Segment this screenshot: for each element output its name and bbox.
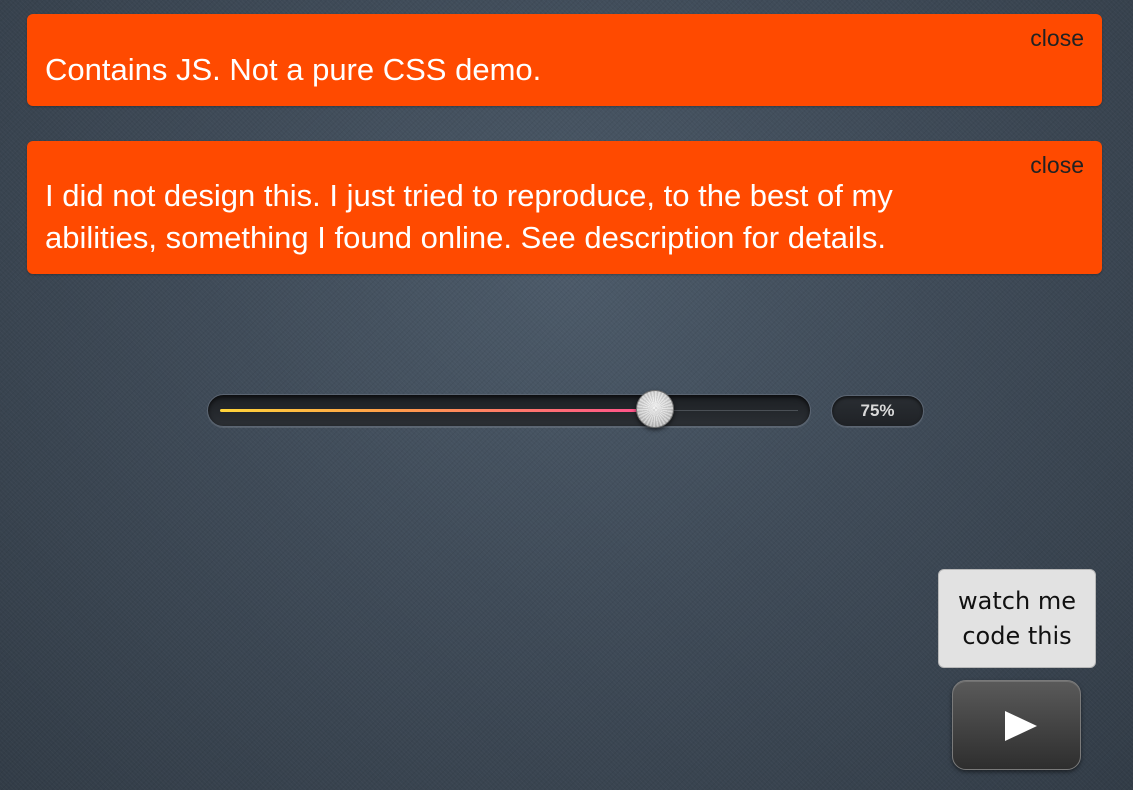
watch-line-2: code this [962, 622, 1072, 650]
notice-js-text: Contains JS. Not a pure CSS demo. [45, 52, 542, 87]
watch-line-1: watch me [958, 587, 1076, 615]
notice-design-text: I did not design this. I just tried to r… [45, 178, 893, 255]
notice-design-close-button[interactable]: close [1030, 151, 1084, 179]
play-icon [1005, 711, 1037, 741]
slider-thumb[interactable] [636, 390, 674, 428]
play-button[interactable] [952, 680, 1081, 770]
volume-slider-track[interactable] [207, 394, 811, 427]
slider-fill [220, 409, 655, 412]
notice-js: Contains JS. Not a pure CSS demo. close [27, 14, 1102, 106]
notice-js-close-button[interactable]: close [1030, 24, 1084, 52]
notice-design: I did not design this. I just tried to r… [27, 141, 1102, 274]
slider-value-label: 75% [831, 395, 924, 427]
watch-me-code-this-link[interactable]: watch me code this [938, 569, 1096, 668]
